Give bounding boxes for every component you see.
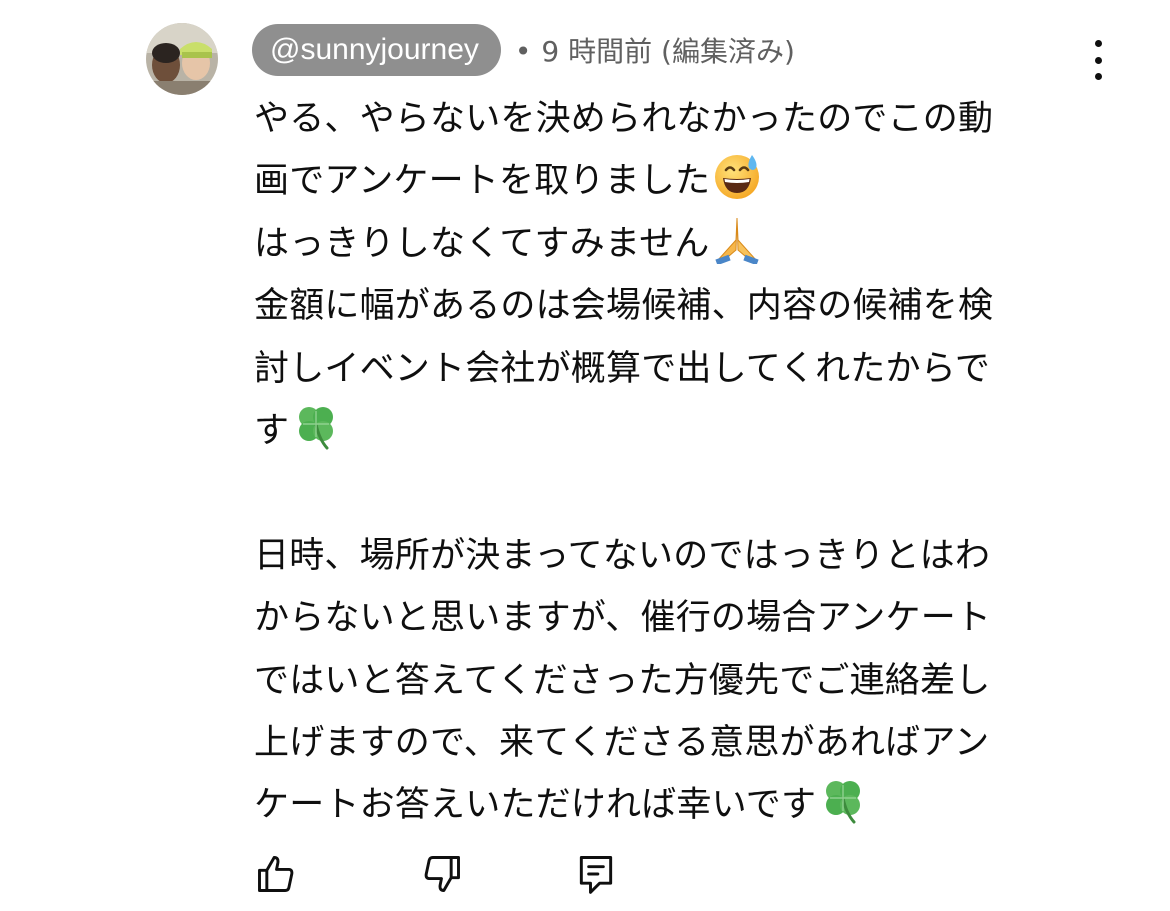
comment-line: 上げますので、来てくださる意思があればアン [254,722,990,763]
more-dot [1094,56,1102,64]
author-handle[interactable]: @sunnyjourney [252,24,501,76]
comment-line: す [254,400,1084,462]
comment-line: 日時、場所が決まってないのではっきりとはわ [254,535,991,576]
reply-button[interactable] [574,852,618,896]
time-ago[interactable]: 9 時間前 [541,35,652,68]
avatar[interactable] [146,23,218,95]
comment-reply-icon [579,856,613,894]
comment-line: 画でアンケートを取りました [254,150,1084,212]
four-leaf-clover-emoji [291,401,341,471]
meta-separator: • [514,35,532,68]
comment-meta: • 9 時間前 (編集済み) [515,30,795,70]
edited-label: (編集済み) [661,35,795,68]
comment-line: 金額に幅があるのは会場候補、内容の候補を検 [254,286,994,327]
comment-line: ではいと答えてくださった方優先でご連絡差し [254,660,991,701]
grinning-sweat-emoji [712,151,762,221]
comment-body: やる、やらないを決められなかったのでこの動 画でアンケートを取りました はっきり… [254,88,1084,837]
comment-line: はっきりしなくてすみません [254,213,1084,275]
dislike-button[interactable] [420,852,464,896]
folded-hands-emoji [712,214,762,284]
thumbs-up-icon [258,856,294,892]
like-button[interactable] [254,852,298,896]
comment-line: やる、やらないを決められなかったのでこの動 [254,99,994,139]
comment-header: @sunnyjourney • 9 時間前 (編集済み) [252,24,795,76]
more-dot [1094,40,1102,47]
more-dot [1094,73,1102,80]
thumbs-down-icon [424,856,460,892]
more-options-icon[interactable] [1084,40,1112,80]
avatar-photo [146,23,218,95]
comment-line [254,462,1084,524]
comment-line: 討しイベント会社が概算で出してくれたからで [254,348,991,389]
four-leaf-clover-emoji [818,775,868,845]
comment-line: ケートお答えいただければ幸いです [254,774,1084,836]
comment-line: からないと思いますが、催行の場合アンケート [254,598,992,639]
